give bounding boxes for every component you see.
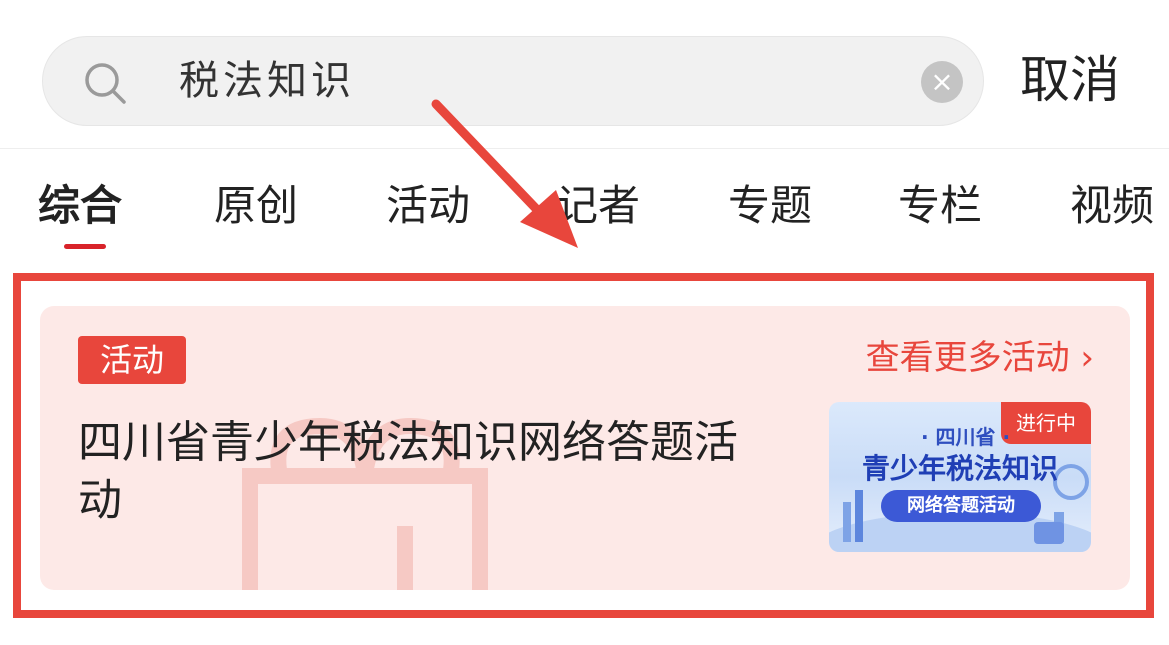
search-bar[interactable]: 税法知识 ×: [42, 36, 984, 126]
active-tab-indicator: [64, 244, 106, 249]
tab-activity[interactable]: 活动: [386, 176, 470, 236]
tab-bar: 综合 原创 活动 记者 专题 专栏 视频: [0, 176, 1169, 256]
tab-column[interactable]: 专栏: [898, 176, 982, 236]
tab-topic[interactable]: 专题: [728, 176, 812, 236]
search-input[interactable]: 税法知识: [179, 55, 355, 107]
clear-icon[interactable]: ×: [921, 61, 963, 103]
tab-video[interactable]: 视频: [1070, 176, 1154, 236]
highlight-frame: [13, 273, 1154, 618]
search-icon: [85, 63, 126, 104]
divider: [0, 148, 1169, 149]
tab-comprehensive[interactable]: 综合: [38, 176, 122, 236]
tab-reporter[interactable]: 记者: [556, 176, 640, 236]
tab-original[interactable]: 原创: [214, 176, 298, 236]
cancel-button[interactable]: 取消: [1020, 48, 1120, 112]
